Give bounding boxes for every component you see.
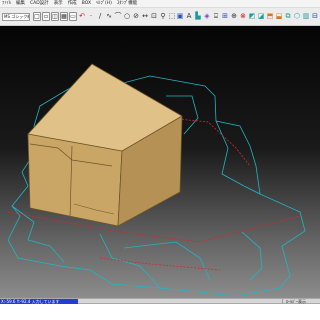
3d-box-icon[interactable]: ⬒ [266, 12, 274, 21]
dieline-crease-main [7, 211, 301, 243]
text-icon[interactable]: A [185, 12, 193, 21]
snap-icon[interactable]: ⊞ [221, 12, 229, 21]
font-select[interactable]: MS ゴシック新規 [2, 13, 30, 21]
new-file-icon[interactable]: □ [33, 12, 41, 21]
rect-icon[interactable]: ▭ [69, 12, 77, 21]
3d-viewport[interactable] [0, 26, 320, 298]
dieline-crease-lower [99, 257, 221, 271]
tool-group-view: ▣A▙◈⌹⊞⊕⊗◩◪⬒⬓⧉⬡▥⊟✕ [176, 12, 320, 21]
fold-icon[interactable]: ◩ [248, 12, 256, 21]
dieline-cut-lower-panel [123, 241, 211, 281]
menu-create[interactable]: 作成 [68, 0, 77, 8]
render-icon[interactable]: ⬡ [293, 12, 301, 21]
menu-view[interactable]: 表示 [54, 0, 63, 8]
dieline-cut-tab-right [241, 231, 263, 281]
copy-icon[interactable]: ⧉ [284, 12, 292, 21]
menu-bar: ﾌｧｲﾙ 編集 CAD設計 表示 作成 BOX ﾍﾙﾌﾟ(H) ｽﾀﾝﾌﾟ機能 [0, 0, 320, 8]
search-icon[interactable]: ⚲ [159, 12, 167, 21]
layer-icon[interactable]: ◈ [203, 12, 211, 21]
unfold-icon[interactable]: ◪ [257, 12, 265, 21]
menu-file[interactable]: ﾌｧｲﾙ [2, 0, 11, 8]
frame-icon[interactable]: ▫ [42, 12, 50, 21]
sheet-icon[interactable]: ▥ [302, 12, 310, 21]
box-view-icon[interactable]: ▣ [176, 12, 184, 21]
menu-edit[interactable]: 編集 [16, 0, 25, 8]
menu-cad[interactable]: CAD設計 [30, 0, 49, 8]
undo-icon[interactable]: ↶ [78, 12, 86, 21]
arc-icon[interactable]: ⌒ [114, 12, 122, 21]
fill-icon[interactable]: ▙ [194, 12, 202, 21]
curve-icon[interactable]: ∿ [105, 12, 113, 21]
layout-icon[interactable]: ◫ [51, 12, 59, 21]
line-icon[interactable]: / [96, 12, 104, 21]
delete-icon[interactable]: ⊗ [239, 12, 247, 21]
zoom-icon[interactable]: ⊕ [230, 12, 238, 21]
point-icon[interactable]: · [87, 12, 95, 21]
print-icon[interactable]: ⌹ [212, 12, 220, 21]
window-margin [0, 304, 320, 320]
grid-icon[interactable]: ▦ [60, 12, 68, 21]
dimension-icon[interactable]: ↔ [141, 12, 149, 21]
window-icon[interactable]: ⊟ [311, 12, 319, 21]
slot-icon[interactable]: ⊘ [132, 12, 140, 21]
menu-stamp[interactable]: ｽﾀﾝﾌﾟ機能 [117, 0, 137, 8]
circle-icon[interactable]: ○ [123, 12, 131, 21]
select-icon[interactable]: ⊡ [150, 12, 158, 21]
area-icon[interactable]: ⬚ [168, 12, 176, 21]
box-scene [7, 63, 306, 297]
menu-help[interactable]: ﾍﾙﾌﾟ(H) [96, 0, 112, 8]
menu-box[interactable]: BOX [82, 0, 91, 8]
3d-open-icon[interactable]: ⬓ [275, 12, 283, 21]
dieline-cut-flap-bottom [99, 233, 161, 289]
toolbar: MS ゴシック新規 □▫◫▦▭↶·/∿⌒○⊘↔⊡⚲⬚⤢⟲⇋▤ ▣A▙◈⌹⊞⊕⊗◩… [0, 8, 320, 26]
